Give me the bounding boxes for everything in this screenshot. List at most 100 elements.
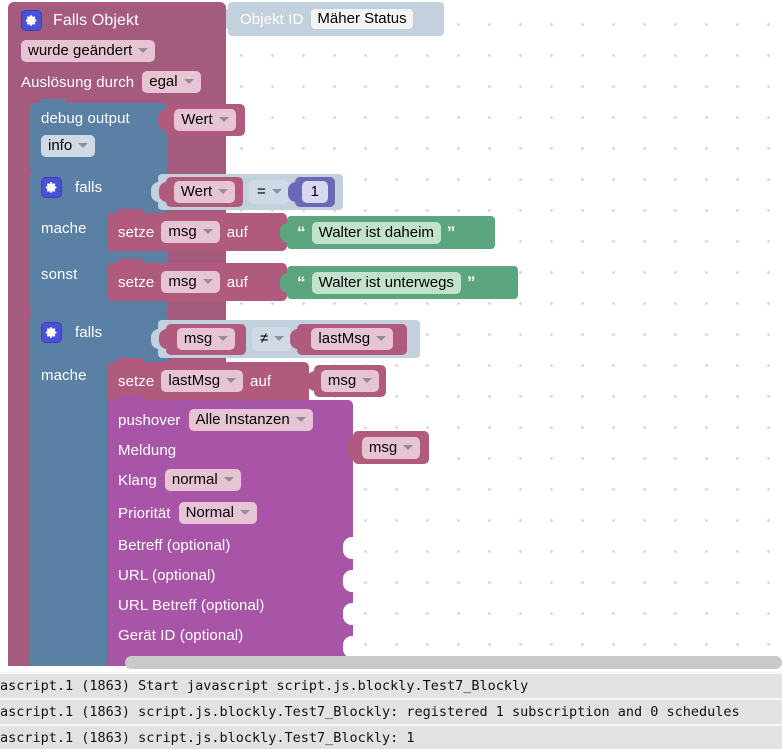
if2-set-value-dropdown[interactable]: msg (320, 370, 380, 392)
debug-value-plug (158, 110, 166, 130)
log-console[interactable]: ascript.1 (1863) Start javascript script… (0, 672, 782, 749)
pushover-socket-geraet-id[interactable] (343, 636, 354, 658)
blockly-workspace[interactable]: Objekt ID Mäher Status Falls Objekt wurd… (0, 0, 782, 672)
chevron-down-icon (274, 336, 285, 341)
if2-condition-compare-block[interactable]: msg ≠ lastMsg (151, 320, 420, 358)
if2-right-operand-block[interactable]: lastMsg (290, 323, 408, 355)
if2-set-block[interactable]: setze lastMsg auf (107, 358, 309, 400)
pushover-klang-value: normal (171, 471, 218, 488)
if1-else-notch-top (117, 259, 143, 266)
if1-else-set-block[interactable]: setze msg auf (107, 259, 287, 301)
chevron-down-icon (218, 336, 229, 341)
pushover-meldung-plug (346, 437, 354, 458)
if1-do-string-block[interactable]: “ Walter ist daheim ” (280, 216, 495, 249)
pushover-row-betreff: Betreff (optional) (107, 524, 353, 553)
if2-right-label: lastMsg (318, 330, 371, 347)
if1-right-operand-block[interactable]: 1 (287, 177, 335, 207)
trigger-source-row: Auslösung durch egal (8, 62, 226, 93)
if2-set-variable-dropdown[interactable]: lastMsg (161, 370, 244, 392)
if1-do-label: mache (41, 220, 87, 237)
if1-else-string-input[interactable]: Walter ist unterwegs (311, 271, 461, 294)
if1-left-operand-block[interactable]: Wert (159, 177, 243, 207)
pushover-header: pushover Alle Instanzen (107, 400, 353, 431)
quote-close-icon: ” (466, 273, 476, 292)
trigger-source-value: egal (149, 73, 178, 90)
pushover-prioritaet-label: Priorität (118, 504, 171, 522)
pushover-socket-betreff[interactable] (343, 537, 354, 559)
object-id-label: Objekt ID (240, 10, 304, 28)
if1-number-input[interactable]: 1 (301, 181, 328, 203)
if2-set-value-plug (307, 371, 315, 391)
trigger-source-dropdown[interactable]: egal (142, 71, 201, 93)
if1-do-string-input[interactable]: Walter ist daheim (311, 221, 441, 244)
trigger-condition-dropdown[interactable]: wurde geändert (21, 40, 156, 62)
if1-left-dropdown[interactable]: Wert (173, 181, 236, 203)
if2-left-operand-block[interactable]: msg (159, 323, 246, 355)
workspace-horizontal-scrollbar[interactable] (125, 656, 782, 669)
if1-condition-compare-block[interactable]: Wert = 1 (151, 174, 343, 210)
if2-operator-label: ≠ (260, 330, 269, 347)
debug-value-variable-block[interactable]: Wert (158, 104, 245, 136)
if1-right-plug (287, 182, 296, 202)
gear-icon[interactable] (21, 10, 42, 31)
pushover-klang-dropdown[interactable]: normal (164, 469, 241, 491)
if1-operator-dropdown[interactable]: = (249, 180, 289, 204)
pushover-meldung-value-block[interactable]: msg (346, 431, 429, 464)
debug-level-dropdown[interactable]: info (41, 135, 96, 157)
debug-level-value: info (48, 137, 73, 154)
debug-output-block[interactable]: debug output info (30, 99, 168, 168)
chevron-down-icon (239, 510, 250, 515)
pushover-prioritaet-dropdown[interactable]: Normal (178, 502, 257, 524)
trigger-condition-row: wurde geändert (8, 31, 226, 62)
quote-open-icon: “ (297, 223, 306, 242)
gear-icon[interactable] (41, 322, 62, 343)
log-line: ascript.1 (1863) Start javascript script… (0, 672, 782, 700)
pushover-url-betreff-label: URL Betreff (optional) (118, 597, 265, 614)
pushover-socket-url[interactable] (343, 570, 354, 592)
if1-else-string-block[interactable]: “ Walter ist unterwegs ” (280, 266, 518, 299)
pushover-meldung-value-label: msg (368, 438, 398, 456)
quote-close-icon: ” (446, 223, 456, 242)
if1-do-set-block[interactable]: setze msg auf (107, 209, 287, 251)
if2-right-plug (290, 329, 299, 349)
pushover-betreff-label: Betreff (optional) (118, 537, 231, 554)
trigger-title: Falls Objekt (53, 11, 139, 29)
object-id-input[interactable]: Mäher Status (310, 8, 414, 30)
if1-else-setze-label: setze (118, 273, 155, 291)
if1-operator-label: = (257, 183, 266, 200)
if2-right-dropdown[interactable]: lastMsg (311, 328, 394, 350)
gear-icon[interactable] (41, 177, 62, 198)
pushover-instance-label: Alle Instanzen (195, 411, 290, 428)
if1-falls-label: falls (75, 179, 103, 196)
if2-operator-dropdown[interactable]: ≠ (252, 327, 292, 351)
pushover-notch-top (117, 396, 143, 403)
pushover-meldung-value-dropdown[interactable]: msg (361, 436, 421, 459)
if1-do-auf-label: auf (226, 223, 248, 241)
pushover-row-meldung: Meldung (107, 431, 353, 458)
if1-left-plug (159, 182, 167, 202)
if1-condition-plug (151, 182, 159, 202)
blockly-editor-root: Objekt ID Mäher Status Falls Objekt wurd… (0, 0, 782, 749)
debug-value-dropdown[interactable]: Wert (174, 109, 236, 131)
if2-condition-plug (151, 329, 159, 349)
pushover-url-label: URL (optional) (118, 567, 216, 584)
if2-set-value-block[interactable]: msg (307, 365, 386, 397)
chevron-down-icon (218, 117, 229, 122)
if2-set-value-label: msg (327, 372, 357, 389)
pushover-block[interactable]: pushover Alle Instanzen Meldung Klang no… (107, 396, 353, 666)
if1-else-label: sonst (41, 266, 78, 283)
pushover-socket-url-betreff[interactable] (343, 603, 354, 625)
if1-do-string-plug (280, 222, 288, 243)
trigger-title-row: Falls Objekt (8, 2, 226, 31)
if1-do-variable-dropdown[interactable]: msg (161, 221, 220, 243)
debug-notch (40, 99, 66, 106)
chevron-down-icon (218, 189, 229, 194)
chevron-down-icon (183, 79, 194, 84)
pushover-row-klang: Klang normal (107, 458, 353, 491)
if2-left-dropdown[interactable]: msg (176, 328, 236, 350)
if2-setze-label: setze (118, 372, 155, 390)
if1-else-variable-dropdown[interactable]: msg (161, 271, 220, 293)
object-id-value-block[interactable]: Objekt ID Mäher Status (221, 2, 444, 36)
pushover-instance-dropdown[interactable]: Alle Instanzen (188, 409, 313, 431)
pushover-meldung-label: Meldung (118, 442, 177, 459)
